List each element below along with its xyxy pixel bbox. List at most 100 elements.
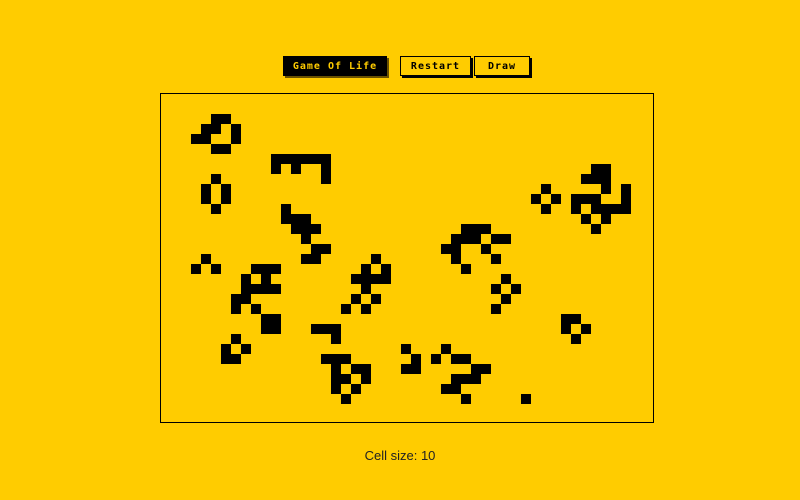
live-cell bbox=[361, 284, 371, 294]
live-cell bbox=[461, 394, 471, 404]
live-cell bbox=[541, 204, 551, 214]
live-cell bbox=[301, 154, 311, 164]
live-cell bbox=[211, 124, 221, 134]
cell-size-value: 10 bbox=[420, 448, 436, 463]
live-cell bbox=[621, 194, 631, 204]
live-cell bbox=[311, 244, 321, 254]
live-cell bbox=[281, 204, 291, 214]
live-cell bbox=[321, 244, 331, 254]
live-cell bbox=[361, 274, 371, 284]
live-cell bbox=[191, 264, 201, 274]
live-cell bbox=[211, 144, 221, 154]
live-cell bbox=[221, 344, 231, 354]
live-cell bbox=[501, 294, 511, 304]
live-cell bbox=[221, 114, 231, 124]
live-cell bbox=[231, 124, 241, 134]
live-cell bbox=[261, 324, 271, 334]
live-cell bbox=[311, 154, 321, 164]
live-cell bbox=[451, 354, 461, 364]
live-cell bbox=[441, 344, 451, 354]
live-cell bbox=[521, 394, 531, 404]
live-cell bbox=[281, 154, 291, 164]
live-cell bbox=[321, 174, 331, 184]
live-cell bbox=[241, 284, 251, 294]
cell-size-status: Cell size: 10 bbox=[0, 448, 800, 463]
live-cell bbox=[461, 224, 471, 234]
live-cell bbox=[361, 364, 371, 374]
live-cell bbox=[591, 224, 601, 234]
live-cell bbox=[301, 214, 311, 224]
live-cell bbox=[491, 234, 501, 244]
live-cell bbox=[351, 364, 361, 374]
live-cell bbox=[601, 184, 611, 194]
live-cell bbox=[441, 244, 451, 254]
live-cell bbox=[221, 354, 231, 364]
live-cell bbox=[471, 224, 481, 234]
live-cell bbox=[481, 224, 491, 234]
live-cell bbox=[221, 184, 231, 194]
live-cell bbox=[561, 314, 571, 324]
live-cell bbox=[291, 164, 301, 174]
live-cell bbox=[301, 234, 311, 244]
live-cell bbox=[451, 254, 461, 264]
game-board[interactable] bbox=[160, 93, 654, 423]
live-cell bbox=[371, 294, 381, 304]
live-cell bbox=[501, 274, 511, 284]
live-cell bbox=[601, 174, 611, 184]
live-cell bbox=[301, 254, 311, 264]
live-cell bbox=[271, 284, 281, 294]
live-cell bbox=[381, 274, 391, 284]
live-cell bbox=[581, 194, 591, 204]
live-cell bbox=[231, 304, 241, 314]
live-cell bbox=[331, 384, 341, 394]
live-cell bbox=[491, 254, 501, 264]
live-cell bbox=[491, 304, 501, 314]
live-cell bbox=[481, 364, 491, 374]
cell-size-label: Cell size: bbox=[364, 448, 418, 463]
restart-button[interactable]: Restart bbox=[400, 56, 471, 76]
live-cell bbox=[331, 374, 341, 384]
live-cell bbox=[401, 344, 411, 354]
live-cell bbox=[221, 194, 231, 204]
live-cell bbox=[251, 304, 261, 314]
live-cell bbox=[451, 234, 461, 244]
live-cell bbox=[621, 204, 631, 214]
live-cell bbox=[251, 264, 261, 274]
live-cell bbox=[531, 194, 541, 204]
live-cell bbox=[361, 264, 371, 274]
live-cell bbox=[561, 324, 571, 334]
live-cell bbox=[451, 374, 461, 384]
live-cell bbox=[331, 364, 341, 374]
live-cell bbox=[451, 384, 461, 394]
game-of-life-button[interactable]: Game Of Life bbox=[283, 56, 387, 76]
live-cell bbox=[301, 224, 311, 234]
live-cell bbox=[321, 154, 331, 164]
live-cell bbox=[431, 354, 441, 364]
live-cell bbox=[351, 384, 361, 394]
live-cell bbox=[271, 314, 281, 324]
live-cell bbox=[351, 274, 361, 284]
live-cell bbox=[241, 344, 251, 354]
live-cell bbox=[341, 394, 351, 404]
live-cell bbox=[451, 244, 461, 254]
live-cell bbox=[211, 174, 221, 184]
draw-button[interactable]: Draw bbox=[474, 56, 530, 76]
live-cell bbox=[571, 314, 581, 324]
live-cell bbox=[581, 174, 591, 184]
cell-grid bbox=[191, 114, 631, 404]
live-cell bbox=[221, 144, 231, 154]
live-cell bbox=[571, 204, 581, 214]
live-cell bbox=[311, 254, 321, 264]
live-cell bbox=[291, 154, 301, 164]
toolbar: Game Of Life Restart Draw bbox=[0, 56, 800, 78]
live-cell bbox=[281, 214, 291, 224]
live-cell bbox=[201, 134, 211, 144]
live-cell bbox=[621, 184, 631, 194]
live-cell bbox=[471, 374, 481, 384]
live-cell bbox=[331, 334, 341, 344]
live-cell bbox=[201, 184, 211, 194]
live-cell bbox=[211, 264, 221, 274]
live-cell bbox=[201, 124, 211, 134]
live-cell bbox=[271, 324, 281, 334]
live-cell bbox=[261, 284, 271, 294]
